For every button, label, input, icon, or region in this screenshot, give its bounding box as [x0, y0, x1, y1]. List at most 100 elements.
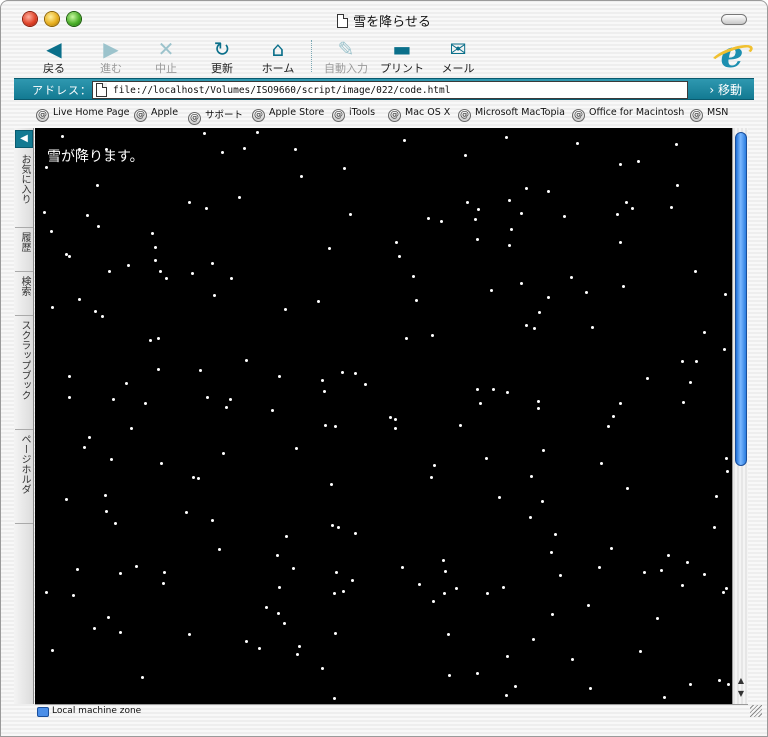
snowflake: [256, 131, 259, 134]
snowflake: [508, 199, 511, 202]
page-heading: 雪が降ります。: [47, 149, 144, 165]
snowflake: [341, 371, 344, 374]
snowflake: [104, 494, 107, 497]
snowflake: [505, 136, 508, 139]
snowflake: [432, 600, 435, 603]
home-button[interactable]: ⌂ ホーム: [252, 38, 304, 76]
snowflake: [130, 427, 133, 430]
scroll-down-arrow-icon[interactable]: ▼: [734, 687, 748, 700]
snowflake: [476, 238, 479, 241]
snowflake: [105, 510, 108, 513]
snowflake: [718, 679, 721, 682]
mail-button-label: メール: [441, 62, 475, 75]
favorite-itools[interactable]: @ iTools: [332, 107, 375, 122]
snowflake: [607, 425, 610, 428]
snowflake: [490, 289, 493, 292]
snowflake: [68, 396, 71, 399]
favorite-mac-os-x[interactable]: @ Mac OS X: [388, 107, 450, 122]
snowflake: [542, 449, 545, 452]
favorite-apple[interactable]: @ Apple: [134, 107, 178, 122]
go-button-label: 移動: [717, 83, 742, 97]
snowflake: [440, 220, 443, 223]
snowflake: [83, 446, 86, 449]
printer-icon: ▬: [392, 37, 412, 61]
address-field[interactable]: [92, 81, 688, 99]
snowflake: [221, 151, 224, 154]
print-button[interactable]: ▬ プリント: [376, 38, 428, 76]
title-bar[interactable]: 雪を降らせる: [0, 0, 768, 36]
snowflake: [78, 298, 81, 301]
sidebar-toggle-button[interactable]: ◀: [15, 130, 33, 148]
snowflake: [277, 612, 280, 615]
snowflake: [141, 676, 144, 679]
go-button[interactable]: › 移動: [709, 81, 742, 98]
snowflake: [265, 606, 268, 609]
snowflake: [199, 369, 202, 372]
snowflake: [330, 483, 333, 486]
sidetab-label: 検索: [19, 276, 30, 296]
back-button[interactable]: ◀ 戻る: [28, 38, 80, 76]
snowflake: [532, 638, 535, 641]
forward-button-label: 進む: [100, 62, 122, 75]
sidetab-scrapbook[interactable]: スクラップブック: [15, 316, 33, 430]
snowflake: [163, 571, 166, 574]
forward-button[interactable]: ▶ 進む: [85, 38, 137, 76]
snowflake: [206, 396, 209, 399]
document-icon: [337, 14, 349, 28]
snowflake: [394, 427, 397, 430]
snowflake: [135, 565, 138, 568]
snowflake: [695, 360, 698, 363]
refresh-icon: ↻: [213, 37, 231, 61]
url-input[interactable]: [113, 82, 683, 98]
refresh-button[interactable]: ↻ 更新: [196, 38, 248, 76]
snowflake: [43, 211, 46, 214]
collapse-window-button[interactable]: [721, 14, 747, 25]
back-button-label: 戻る: [43, 62, 65, 75]
snowflake: [154, 259, 157, 262]
snowflake: [525, 187, 528, 190]
resize-grip-icon[interactable]: [750, 705, 762, 717]
snowflake: [725, 587, 728, 590]
snowflake: [525, 324, 528, 327]
stop-button[interactable]: ✕ 中止: [140, 38, 192, 76]
snowflake: [625, 201, 628, 204]
sidetab-favorites[interactable]: お気に入り: [15, 150, 33, 228]
snowflake: [107, 616, 110, 619]
snowflake: [663, 696, 666, 699]
snowflake: [245, 359, 248, 362]
sidetab-page-holder[interactable]: ページホルダ: [15, 430, 33, 524]
autofill-button[interactable]: ✎ 自動入力: [318, 38, 374, 76]
sidetab-history[interactable]: 履歴: [15, 228, 33, 272]
stop-button-label: 中止: [155, 62, 177, 75]
snowflake: [479, 402, 482, 405]
favorite-microsoft-mactopia[interactable]: @ Microsoft MacTopia: [458, 107, 565, 122]
window-title-area: 雪を降らせる: [0, 11, 768, 30]
scroll-thumb[interactable]: [735, 132, 747, 466]
favorite-apple-store[interactable]: @ Apple Store: [252, 107, 324, 122]
page-content[interactable]: 雪が降ります。: [35, 128, 732, 704]
snowflake: [505, 694, 508, 697]
snowflake: [144, 402, 147, 405]
snowflake: [656, 617, 659, 620]
mail-button[interactable]: ✉ メール: [432, 38, 484, 76]
snowflake: [442, 559, 445, 562]
favorite-support[interactable]: @ サポート: [188, 107, 243, 125]
snowflake: [715, 495, 718, 498]
favorite-label: Apple Store: [269, 107, 325, 118]
snowflake: [660, 569, 663, 572]
snowflake: [520, 212, 523, 215]
snowflake: [157, 368, 160, 371]
snowflake: [328, 247, 331, 250]
snowflake: [51, 649, 54, 652]
snowflake: [112, 398, 115, 401]
sidetab-search[interactable]: 検索: [15, 272, 33, 316]
favorite-live-home-page[interactable]: @ Live Home Page: [36, 107, 130, 122]
snowflake: [585, 291, 588, 294]
vertical-scrollbar[interactable]: ▲ ▼: [732, 128, 748, 704]
zone-icon: [37, 707, 49, 717]
scroll-up-arrow-icon[interactable]: ▲: [734, 674, 748, 687]
favorite-office-for-macintosh[interactable]: @ Office for Macintosh: [572, 107, 684, 122]
snowflake: [600, 462, 603, 465]
back-arrow-icon: ◀: [46, 37, 62, 61]
favorite-msn[interactable]: @ MSN: [690, 107, 728, 122]
